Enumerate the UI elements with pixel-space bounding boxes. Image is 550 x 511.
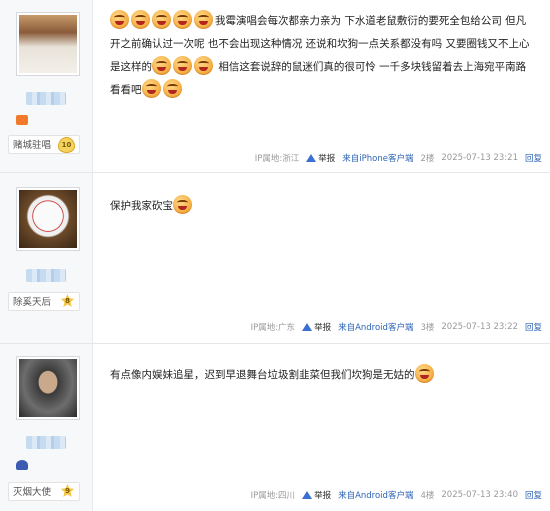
level-badge: 8 — [60, 294, 75, 307]
level-name: 灭烟大使 — [13, 487, 52, 498]
user-sidebar: 赌城驻唱 10 — [0, 0, 93, 172]
content-line-1: 有点像内娱妹追星，迟到早退舞台垃圾割韭菜但我们坎狗是无姑的 — [110, 364, 540, 387]
reply-button[interactable]: 回复 — [525, 321, 542, 333]
laughing-face-icon — [152, 56, 171, 75]
report-link[interactable]: 举报 — [302, 489, 331, 501]
laughing-face-icon — [131, 10, 150, 29]
content-line-1: 我霉演唱会每次都亲力亲为 下水道老鼠敷衍的要死全包给公司 但凡 — [110, 10, 540, 33]
username[interactable] — [26, 436, 66, 449]
avatar[interactable] — [16, 187, 80, 251]
level-badge: 10 — [58, 137, 75, 153]
username[interactable] — [26, 92, 66, 105]
post-floor-2: 赌城驻唱 10 我霉演唱会每次都亲力亲为 下水道老鼠敷衍的要死全包给公司 但凡 … — [0, 0, 550, 172]
post-content: 有点像内娱妹追星，迟到早退舞台垃圾割韭菜但我们坎狗是无姑的 — [110, 364, 540, 387]
warning-triangle-icon — [302, 323, 313, 331]
level-box[interactable]: 赌城驻唱 10 — [8, 135, 80, 154]
ip-location: IP属地:广东 — [250, 323, 296, 333]
content-line-1: 保护我家砍宝 — [110, 195, 540, 218]
floor-number: 4楼 — [420, 491, 435, 501]
post-time: 2025-07-13 23:21 — [441, 153, 518, 163]
post-content: 我霉演唱会每次都亲力亲为 下水道老鼠敷衍的要死全包给公司 但凡 开之前确认过一次… — [110, 10, 540, 102]
floor-number: 3楼 — [420, 323, 435, 333]
content-line-4: 看看吧 — [110, 79, 540, 102]
level-name: 除奚天后 — [13, 297, 52, 308]
laughing-face-icon — [194, 56, 213, 75]
post-meta: IP属地:四川 举报 来自Android客户端 4楼 2025-07-13 23… — [251, 489, 542, 501]
client-link[interactable]: 来自iPhone客户端 — [342, 152, 413, 164]
fan-badge-icon — [16, 115, 28, 125]
floor-number: 2楼 — [420, 154, 435, 164]
laughing-face-icon — [162, 79, 182, 98]
avatar[interactable] — [16, 12, 80, 76]
client-link[interactable]: 来自Android客户端 — [338, 321, 413, 333]
avatar[interactable] — [16, 356, 80, 420]
post-time: 2025-07-13 23:22 — [441, 322, 518, 332]
laughing-face-icon — [110, 10, 129, 29]
laughing-face-icon — [173, 195, 192, 214]
client-link[interactable]: 来自Android客户端 — [338, 489, 413, 501]
post-floor-4: 灭烟大使 9 有点像内娱妹追星，迟到早退舞台垃圾割韭菜但我们坎狗是无姑的 IP属… — [0, 344, 550, 511]
post-meta: IP属地:广东 举报 来自Android客户端 3楼 2025-07-13 23… — [251, 321, 542, 333]
ip-location: IP属地:四川 — [250, 491, 296, 501]
report-link[interactable]: 举报 — [306, 152, 335, 164]
username[interactable] — [26, 269, 66, 282]
level-name: 赌城驻唱 — [13, 140, 52, 151]
warning-triangle-icon — [302, 491, 313, 499]
user-sidebar: 除奚天后 8 — [0, 173, 93, 343]
laughing-face-icon — [414, 364, 434, 383]
reply-button[interactable]: 回复 — [525, 152, 542, 164]
post-floor-3: 除奚天后 8 保护我家砍宝 IP属地:广东 举报 来自Android客户端 3楼… — [0, 173, 550, 343]
content-line-2: 开之前确认过一次呢 也不会出现这种情况 还说和坎狗一点关系都没有吗 又要圈钱又不… — [110, 38, 530, 50]
reply-button[interactable]: 回复 — [525, 489, 542, 501]
laughing-face-icon — [173, 10, 192, 29]
ip-location: IP属地:浙江 — [254, 154, 300, 164]
warning-triangle-icon — [306, 154, 317, 162]
post-meta: IP属地:浙江 举报 来自iPhone客户端 2楼 2025-07-13 23:… — [255, 152, 542, 164]
laughing-face-icon — [152, 10, 171, 29]
laughing-face-icon — [141, 79, 161, 98]
user-sidebar: 灭烟大使 9 — [0, 344, 93, 511]
level-box[interactable]: 除奚天后 8 — [8, 292, 80, 311]
content-line-3: 是这样的 相信这套说辞的鼠迷们真的很可怜 一千多块钱留着去上海宛平南路 — [110, 56, 540, 79]
laughing-face-icon — [173, 56, 192, 75]
fan-badge-icon — [16, 460, 28, 470]
post-time: 2025-07-13 23:40 — [441, 490, 518, 500]
level-box[interactable]: 灭烟大使 9 — [8, 482, 80, 501]
level-badge: 9 — [60, 484, 75, 497]
report-link[interactable]: 举报 — [302, 321, 331, 333]
laughing-face-icon — [194, 10, 213, 29]
post-content: 保护我家砍宝 — [110, 195, 540, 218]
